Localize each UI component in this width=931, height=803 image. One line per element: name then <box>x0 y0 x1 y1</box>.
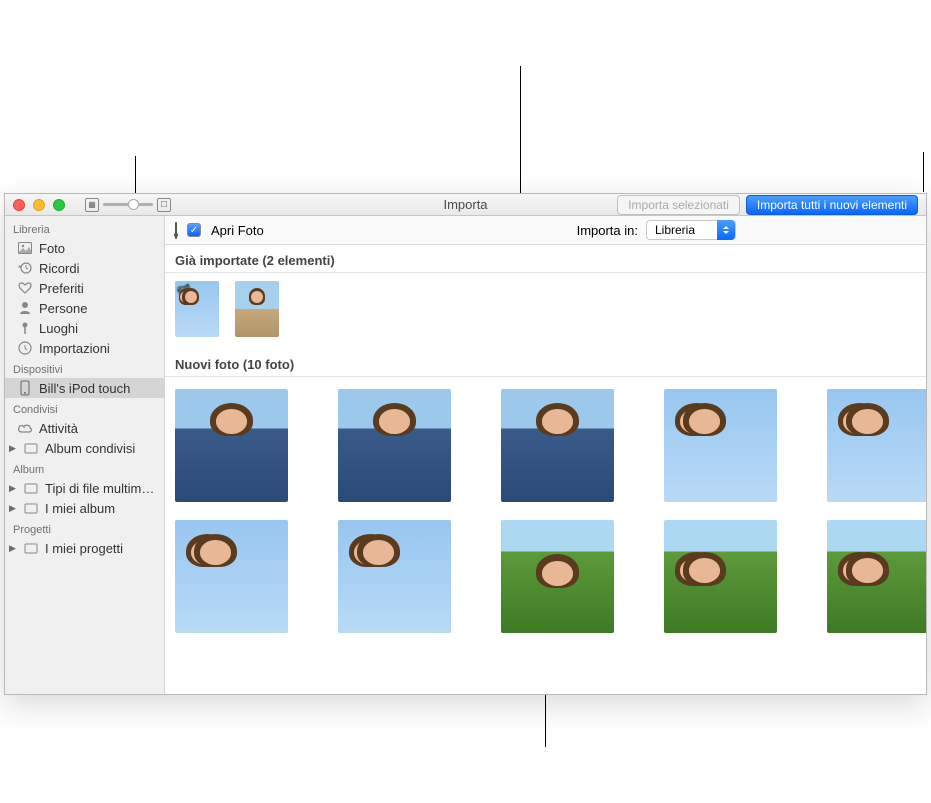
sidebar-header-shared: Condivisi <box>5 402 164 418</box>
sidebar-label: I miei progetti <box>45 541 123 556</box>
sidebar-header-devices: Dispositivi <box>5 362 164 378</box>
zoom-thumb[interactable] <box>128 199 139 210</box>
window-controls <box>13 199 65 211</box>
import-destination-select[interactable]: Libreria <box>646 220 736 240</box>
close-button[interactable] <box>13 199 25 211</box>
sidebar-item-favorites[interactable]: Preferiti <box>5 278 164 298</box>
toolbar-buttons: Importa selezionati Importa tutti i nuov… <box>617 195 918 215</box>
chevron-updown-icon <box>717 220 735 240</box>
sidebar-item-people[interactable]: Persone <box>5 298 164 318</box>
person-icon <box>17 300 33 316</box>
sidebar-item-places[interactable]: Luoghi <box>5 318 164 338</box>
heart-icon <box>17 280 33 296</box>
sidebar-item-my-albums[interactable]: ▶ I miei album <box>5 498 164 518</box>
folder-icon <box>23 440 39 456</box>
photo-thumbnail[interactable] <box>501 520 614 633</box>
photo-thumbnail[interactable] <box>664 389 777 502</box>
app-window: ▦ ☐ Importa Importa selezionati Importa … <box>4 193 927 695</box>
sidebar-item-imports[interactable]: Importazioni <box>5 338 164 358</box>
disclosure-triangle-icon[interactable]: ▶ <box>9 483 17 494</box>
photo-thumbnail[interactable]: 📹 <box>175 281 219 337</box>
sidebar-label: Luoghi <box>39 321 78 336</box>
disclosure-triangle-icon[interactable]: ▶ <box>9 503 17 514</box>
disclosure-triangle-icon[interactable]: ▶ <box>9 543 17 554</box>
already-imported-header: Già importate (2 elementi) <box>165 245 926 273</box>
photo-thumbnail[interactable] <box>501 389 614 502</box>
titlebar: ▦ ☐ Importa Importa selezionati Importa … <box>5 194 926 216</box>
open-photos-checkbox[interactable]: ✓ <box>187 223 201 237</box>
photo-thumbnail[interactable] <box>235 281 279 337</box>
sidebar-header-projects: Progetti <box>5 522 164 538</box>
sidebar-item-device-ipod[interactable]: Bill's iPod touch <box>5 378 164 398</box>
grid-small-icon: ▦ <box>85 198 99 212</box>
sidebar-item-photos[interactable]: Foto <box>5 238 164 258</box>
sidebar-item-my-projects[interactable]: ▶ I miei progetti <box>5 538 164 558</box>
folder-icon <box>23 500 39 516</box>
new-photos-grid <box>165 377 926 645</box>
clock-back-icon <box>17 260 33 276</box>
sidebar-label: Importazioni <box>39 341 110 356</box>
open-photos-label: Apri Foto <box>211 223 264 238</box>
main-content: ✓ Apri Foto Importa in: Libreria Già imp… <box>165 216 926 694</box>
callout-line-top-right <box>923 152 924 192</box>
sidebar-header-album: Album <box>5 462 164 478</box>
photo-thumbnail[interactable] <box>827 520 926 633</box>
sidebar-item-shared-albums[interactable]: ▶ Album condivisi <box>5 438 164 458</box>
photo-thumbnail[interactable] <box>338 520 451 633</box>
sidebar-item-memories[interactable]: Ricordi <box>5 258 164 278</box>
sidebar-header-library: Libreria <box>5 222 164 238</box>
photo-thumbnail[interactable] <box>175 520 288 633</box>
sidebar-label: Ricordi <box>39 261 79 276</box>
photo-icon <box>17 240 33 256</box>
sidebar-label: Foto <box>39 241 65 256</box>
device-icon <box>17 380 33 396</box>
import-destination: Importa in: Libreria <box>577 220 736 240</box>
window-title: Importa <box>443 197 487 212</box>
zoom-slider[interactable]: ▦ ☐ <box>85 198 171 212</box>
already-imported-grid: 📹 <box>165 273 926 349</box>
photo-thumbnail[interactable] <box>338 389 451 502</box>
disclosure-triangle-icon[interactable]: ▶ <box>9 443 17 454</box>
import-all-button[interactable]: Importa tutti i nuovi elementi <box>746 195 918 215</box>
cloud-icon <box>17 420 33 436</box>
sidebar-label: Album condivisi <box>45 441 135 456</box>
new-photos-header: Nuovi foto (10 foto) <box>165 349 926 377</box>
photo-thumbnail[interactable] <box>664 520 777 633</box>
minimize-button[interactable] <box>33 199 45 211</box>
sidebar: Libreria Foto Ricordi <box>5 216 165 694</box>
device-icon <box>175 223 177 238</box>
import-selected-button[interactable]: Importa selezionati <box>617 195 740 215</box>
sidebar-item-activity[interactable]: Attività <box>5 418 164 438</box>
import-to-label: Importa in: <box>577 223 638 238</box>
zoom-track[interactable] <box>103 203 153 206</box>
sidebar-label: Preferiti <box>39 281 84 296</box>
sidebar-label: I miei album <box>45 501 115 516</box>
select-value: Libreria <box>647 223 717 237</box>
photo-thumbnail[interactable] <box>175 389 288 502</box>
folder-icon <box>23 540 39 556</box>
grid-large-icon: ☐ <box>157 198 171 212</box>
folder-icon <box>23 480 39 496</box>
sidebar-item-media-types[interactable]: ▶ Tipi di file multim… <box>5 478 164 498</box>
maximize-button[interactable] <box>53 199 65 211</box>
sidebar-label: Bill's iPod touch <box>39 381 130 396</box>
photo-thumbnail[interactable] <box>827 389 926 502</box>
sidebar-label: Attività <box>39 421 78 436</box>
pin-icon <box>17 320 33 336</box>
import-header-bar: ✓ Apri Foto Importa in: Libreria <box>165 216 926 245</box>
sidebar-label: Tipi di file multim… <box>45 481 154 496</box>
sidebar-label: Persone <box>39 301 87 316</box>
clock-icon <box>17 340 33 356</box>
